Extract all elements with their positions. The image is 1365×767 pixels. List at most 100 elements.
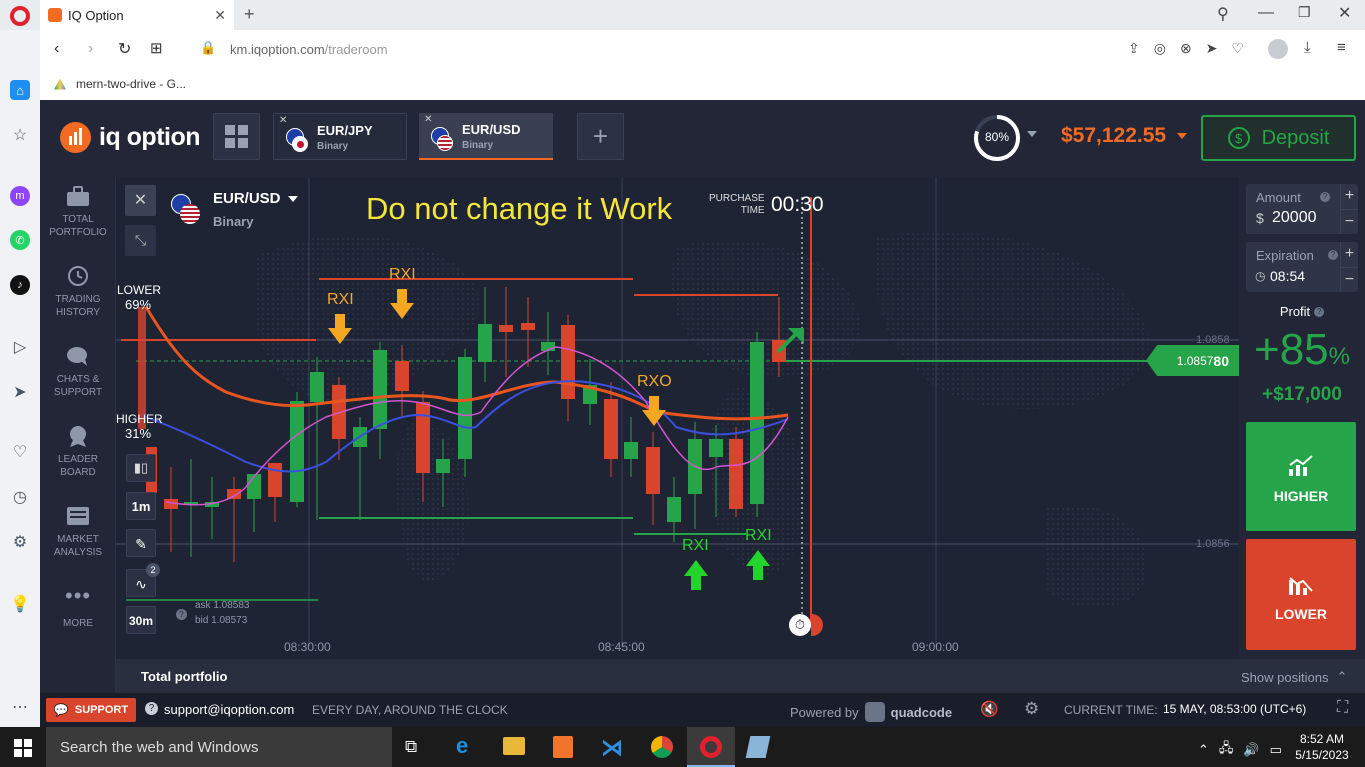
help-icon[interactable]: ? [1314,306,1325,317]
amount-value[interactable]: 20000 [1272,209,1317,227]
messenger-icon[interactable]: m [10,186,30,206]
iqoption-logo[interactable]: iq option [60,122,201,153]
heart-icon[interactable]: ♡ [10,442,30,462]
add-asset-button[interactable]: + [577,113,624,160]
url-field[interactable]: km.iqoption.com/traderoom [230,42,388,57]
edge-icon[interactable]: e [456,733,468,759]
opera-logo-icon[interactable] [10,6,30,26]
keyboard-icon[interactable]: ▭ [1270,742,1282,758]
expiration-increase-button[interactable]: + [1340,242,1358,267]
network-icon[interactable]: 🖧 [1219,739,1234,761]
amount-field[interactable]: Amount ? $ 20000 + − [1246,184,1358,234]
nav-trading-history[interactable]: TRADING HISTORY [40,265,116,319]
help-icon[interactable]: ? [1320,192,1330,202]
support-button[interactable]: 💬 SUPPORT [46,698,136,722]
star-icon[interactable]: ☆ [10,125,30,145]
mute-icon[interactable]: 🔇 [980,700,999,718]
asset-tab-eurusd[interactable]: ✕ EUR/USD Binary [419,113,553,160]
minimize-icon[interactable]: — [1258,4,1274,22]
vscode-icon[interactable]: ⋊ [601,735,623,761]
lightbulb-icon[interactable]: 💡 [10,594,30,614]
new-tab-button[interactable]: + [244,4,255,25]
home-icon[interactable]: ⌂ [10,80,30,100]
deposit-button[interactable]: $ Deposit [1201,115,1356,161]
back-icon[interactable]: ‹ [54,40,59,58]
fullscreen-icon[interactable]: ⛶ [1337,699,1348,717]
search-tabs-icon[interactable]: ⚲ [1217,4,1229,24]
camera-icon[interactable]: ◎ [1154,40,1166,57]
chart-type-button[interactable]: ▮▯ [126,454,156,482]
timeframe-button[interactable]: 1m [126,492,156,520]
amount-increase-button[interactable]: + [1340,184,1358,209]
speed-dial-icon[interactable]: ⊞ [150,39,163,57]
maximize-icon[interactable]: ❐ [1298,4,1311,21]
nav-total-portfolio[interactable]: TOTAL PORTFOLIO [40,185,116,239]
progress-ring[interactable]: 80% [973,114,1021,162]
tiktok-icon[interactable]: ♪ [10,275,30,295]
file-explorer-icon[interactable] [503,737,525,755]
close-window-icon[interactable]: ✕ [1338,3,1351,23]
draw-tool-pencil-icon[interactable]: ✎ [126,529,156,557]
timer-icon[interactable]: ⏱ [789,614,811,636]
settings-icon[interactable]: ⚙ [10,532,30,552]
download-icon[interactable]: ⤓ [1304,39,1311,56]
player-icon[interactable]: ▷ [10,337,30,357]
chevron-down-icon[interactable] [1027,131,1037,137]
heart-icon[interactable]: ♡ [1231,40,1244,57]
close-tab-icon[interactable]: ✕ [214,7,226,24]
nav-market-analysis[interactable]: MARKET ANALYSIS [40,505,116,559]
nav-more[interactable]: ••• MORE [40,585,116,630]
forward-icon[interactable]: › [88,40,93,58]
chevron-up-icon[interactable]: ⌃ [1198,742,1209,758]
grid-menu-button[interactable] [213,113,260,160]
notepad-icon[interactable] [745,736,771,758]
clock-icon[interactable]: ◷ [10,487,30,507]
collapse-icon[interactable]: ⤡ [125,225,156,256]
taskbar-clock[interactable]: 8:52 AM 5/15/2023 [1293,731,1351,763]
opera-taskbar-button[interactable] [687,727,735,767]
higher-button[interactable]: HIGHER [1246,422,1356,531]
help-icon[interactable]: ? [176,609,187,620]
support-hours: EVERY DAY, AROUND THE CLOCK [312,703,508,717]
volume-icon[interactable]: 🔊 [1243,742,1259,758]
menu-icon[interactable]: ≡ [1337,39,1346,56]
profile-avatar[interactable] [1268,39,1288,59]
close-asset-icon[interactable]: ✕ [279,115,287,126]
support-email[interactable]: support@iqoption.com [164,702,294,717]
trading-chart[interactable]: ✕ ⤡ EUR/USD Binary Do not change it Work… [116,177,1239,659]
whatsapp-icon[interactable]: ✆ [10,230,30,250]
nav-chats-support[interactable]: CHATS & SUPPORT [40,345,116,399]
close-asset-icon[interactable]: ✕ [424,114,432,125]
balance-chevron-icon[interactable] [1177,133,1187,139]
browser-tab[interactable]: IQ Option ✕ [40,0,234,30]
more-options-icon[interactable]: ⋯ [10,697,30,717]
close-chart-button[interactable]: ✕ [125,185,156,216]
sublime-text-icon[interactable] [553,736,573,758]
zoom-button[interactable]: 30m [126,606,156,634]
block-icon[interactable]: ⊗ [1180,40,1192,57]
amount-decrease-button[interactable]: − [1340,209,1358,234]
show-positions-button[interactable]: Show positions ⌃ [1241,669,1347,685]
share-icon[interactable]: ⇪ [1128,40,1140,57]
asset-name: EUR/USD [462,122,521,137]
expiration-field[interactable]: Expiration ? ◷ 08:54 + − [1246,242,1358,292]
help-icon[interactable]: ? [1328,250,1338,260]
taskbar-search[interactable]: Search the web and Windows [46,727,392,767]
lower-button[interactable]: LOWER [1246,539,1356,650]
expiration-decrease-button[interactable]: − [1340,267,1358,292]
candle-body [458,357,472,459]
balance[interactable]: $57,122.55 [1061,124,1166,148]
chat-icon [65,345,91,367]
send-icon[interactable]: ➤ [1206,40,1218,57]
send-icon[interactable]: ➤ [10,382,30,402]
expiration-value[interactable]: 08:54 [1270,268,1305,284]
task-view-icon[interactable]: ⧉ [405,737,417,757]
nav-leaderboard[interactable]: LEADER BOARD [40,425,116,479]
asset-tab-eurjpy[interactable]: ✕ EUR/JPY Binary [273,113,407,160]
windows-start-icon[interactable] [14,739,32,757]
settings-icon[interactable]: ⚙ [1024,699,1039,719]
bookmark-item[interactable]: mern-two-drive - G... [54,77,186,91]
reload-icon[interactable]: ↻ [118,39,131,59]
chrome-icon[interactable] [651,736,673,758]
asset-selector[interactable]: EUR/USD [213,190,298,207]
